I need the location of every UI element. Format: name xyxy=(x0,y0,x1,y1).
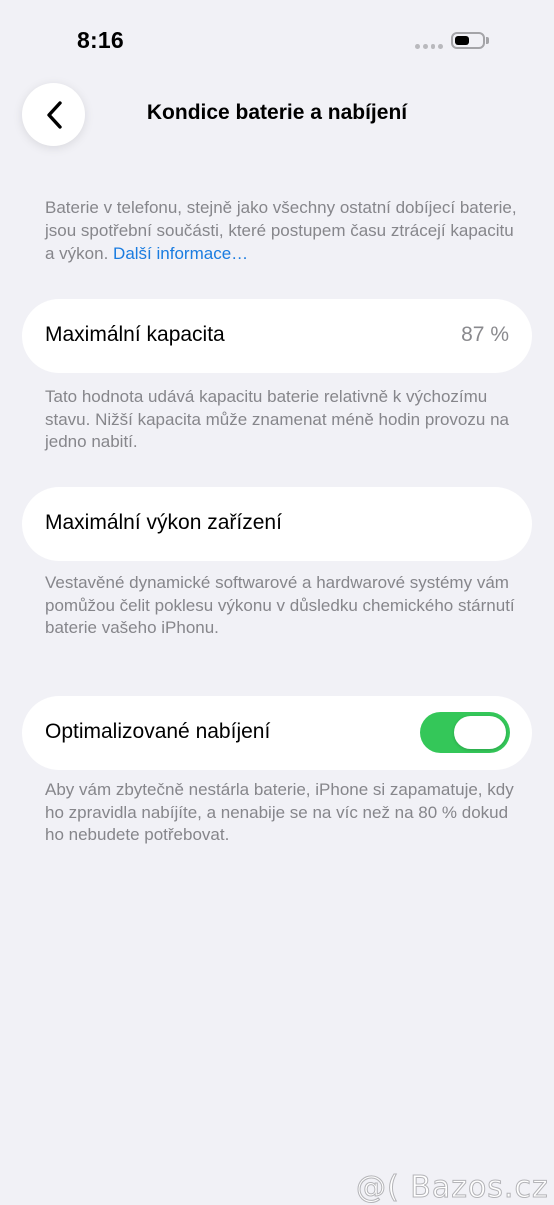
cellular-signal-icon xyxy=(415,44,443,50)
battery-icon xyxy=(451,32,485,49)
max-capacity-row: Maximální kapacita 87 % xyxy=(22,299,532,373)
back-button[interactable] xyxy=(22,83,85,146)
learn-more-link[interactable]: Další informace… xyxy=(113,244,248,263)
max-capacity-footnote: Tato hodnota udává kapacitu baterie rela… xyxy=(45,387,509,451)
max-capacity-label: Maximální kapacita xyxy=(45,323,225,346)
optimized-charging-row: Optimalizované nabíjení xyxy=(22,696,532,770)
battery-level-fill xyxy=(455,36,469,45)
intro-text: Baterie v telefonu, stejně jako všechny … xyxy=(45,196,520,265)
optimized-charging-footnote: Aby vám zbytečně nestárla baterie, iPhon… xyxy=(45,780,514,844)
battery-cap xyxy=(486,37,489,44)
max-capacity-value: 87 % xyxy=(461,323,509,346)
page-title: Kondice baterie a nabíjení xyxy=(146,101,408,124)
optimized-charging-label: Optimalizované nabíjení xyxy=(45,720,271,743)
peak-performance-footnote: Vestavěné dynamické softwarové a hardwar… xyxy=(45,573,515,637)
peak-performance-row: Maximální výkon zařízení xyxy=(22,487,532,561)
chevron-left-icon xyxy=(46,100,62,129)
status-bar: 8:16 xyxy=(0,0,554,80)
peak-performance-label: Maximální výkon zařízení xyxy=(45,511,282,534)
optimized-charging-toggle[interactable] xyxy=(420,712,510,753)
toggle-knob xyxy=(454,716,506,749)
status-time: 8:16 xyxy=(77,27,124,53)
